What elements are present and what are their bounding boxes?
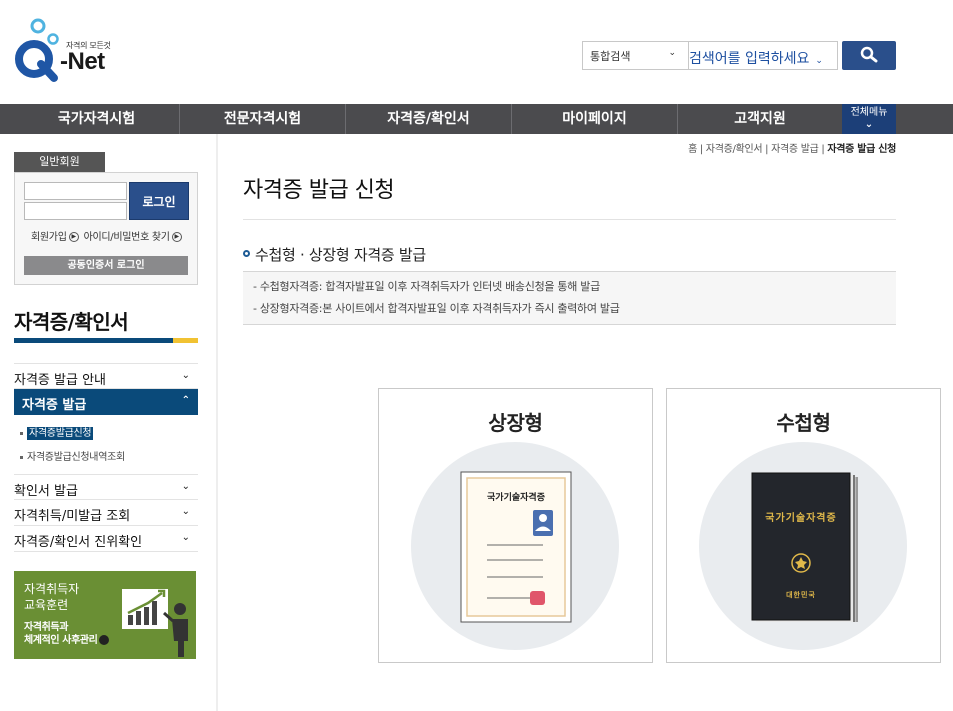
page-title: 자격증 발급 신청: [243, 178, 395, 203]
all-menu-button[interactable]: 전체메뉴 ⌄: [842, 104, 896, 134]
cert-login-button[interactable]: 공동인증서 로그인: [24, 256, 188, 275]
breadcrumb: 홈 | 자격증/확인서 | 자격증 발급 | 자격증 발급 신청: [688, 144, 896, 155]
lnb-item-confirmation[interactable]: 확인서 발급 ⌄: [14, 474, 198, 500]
chevron-down-icon: ⌄: [181, 481, 190, 492]
join-link[interactable]: 회원가입: [31, 232, 67, 243]
chevron-down-icon: ⌄: [668, 48, 676, 58]
info-line: - 상장형자격증:본 사이트에서 합격자발표일 이후 자격취득자가 즉시 출력하…: [253, 302, 620, 315]
lnb-item-acquisition-lookup[interactable]: 자격취득/미발급 조회 ⌄: [14, 500, 198, 526]
member-tab[interactable]: 일반회원: [14, 152, 105, 172]
chevron-up-icon: ⌃: [181, 395, 190, 406]
chevron-down-icon: ⌄: [181, 370, 190, 381]
find-account-link[interactable]: 아이디/비밀번호 찾기: [84, 232, 170, 243]
education-banner[interactable]: 자격취득자 교육훈련 자격취득과 체계적인 사후관리: [14, 571, 196, 659]
breadcrumb-certificates[interactable]: 자격증/확인서: [706, 144, 763, 155]
breadcrumb-issue[interactable]: 자격증 발급: [771, 144, 819, 155]
chevron-down-icon: ⌄: [181, 506, 190, 517]
login-box: 로그인 회원가입 ▶ 아이디/비밀번호 찾기 ▶ 공동인증서 로그인: [14, 172, 198, 285]
paper-doc-title: 국가기술자격증: [487, 493, 545, 503]
paper-certificate-icon: [460, 471, 572, 623]
chevron-down-icon: ⌄: [864, 119, 874, 130]
search-button[interactable]: [842, 41, 896, 70]
booklet-certificate-icon: [751, 472, 858, 622]
info-box: - 수첩형자격증: 합격자발표일 이후 자격취득자가 인터넷 배송신청을 통해 …: [243, 271, 896, 325]
lnb-item-issue-guide[interactable]: 자격증 발급 안내 ⌄: [14, 363, 198, 389]
search-input[interactable]: 검색어를 입력하세요 ⌄: [689, 41, 838, 70]
lnb-title: 자격증/확인서: [14, 310, 129, 334]
title-divider: [243, 219, 896, 220]
gnb-item-mypage[interactable]: 마이페이지: [512, 104, 678, 134]
gnb-item-support[interactable]: 고객지원: [678, 104, 842, 134]
login-button[interactable]: 로그인: [129, 182, 189, 220]
lnb-item-authenticity[interactable]: 자격증/확인서 진위확인 ⌄: [14, 526, 198, 552]
qnet-logo[interactable]: 자격의 모든것 -Net: [14, 18, 124, 84]
login-links: 회원가입 ▶ 아이디/비밀번호 찾기 ▶: [31, 228, 187, 243]
search-scope-select[interactable]: 통합검색 ⌄: [582, 41, 689, 70]
lnb-sub-issue-apply[interactable]: 자격증발급신청: [20, 424, 94, 440]
booklet-title: 국가기술자격증: [765, 513, 837, 524]
logo-text: -Net: [60, 48, 105, 75]
password-input[interactable]: [24, 202, 127, 220]
presenter-chart-icon: [122, 589, 188, 657]
chevron-right-icon: ▶: [68, 232, 79, 242]
left-column-divider: [216, 134, 218, 711]
search-icon: [860, 46, 878, 63]
lnb-title-bar: [14, 338, 198, 343]
chevron-down-icon: ⌄: [181, 532, 190, 543]
gnb-item-national-exam[interactable]: 국가자격시험: [14, 104, 180, 134]
gnb-item-professional-exam[interactable]: 전문자격시험: [180, 104, 346, 134]
booklet-footer: 대한민국: [786, 591, 816, 599]
play-icon: [99, 635, 110, 645]
breadcrumb-home[interactable]: 홈: [688, 144, 697, 155]
section-title: 수첩형 · 상장형 자격증 발급: [243, 244, 426, 265]
circle-bullet-icon: [243, 250, 250, 257]
logo-q-icon: [15, 18, 59, 82]
certificate-type-card-paper[interactable]: 상장형 국가기술자격증: [378, 388, 653, 663]
certificate-type-card-booklet[interactable]: 수첩형 국가기술자격증 대한민국: [666, 388, 941, 663]
lnb-item-issue[interactable]: 자격증 발급 ⌃: [14, 389, 198, 415]
chevron-right-icon: ▶: [171, 232, 182, 242]
breadcrumb-current: 자격증 발급 신청: [827, 144, 896, 155]
global-nav: 국가자격시험 전문자격시험 자격증/확인서 마이페이지 고객지원: [0, 104, 953, 134]
id-input[interactable]: [24, 182, 127, 200]
chevron-down-icon: ⌄: [815, 56, 823, 66]
info-line: - 수첩형자격증: 합격자발표일 이후 자격취득자가 인터넷 배송신청을 통해 …: [253, 280, 600, 293]
lnb-sub-issue-history[interactable]: 자격증발급신청내역조회: [20, 448, 125, 463]
gnb-item-certificates[interactable]: 자격증/확인서: [346, 104, 512, 134]
